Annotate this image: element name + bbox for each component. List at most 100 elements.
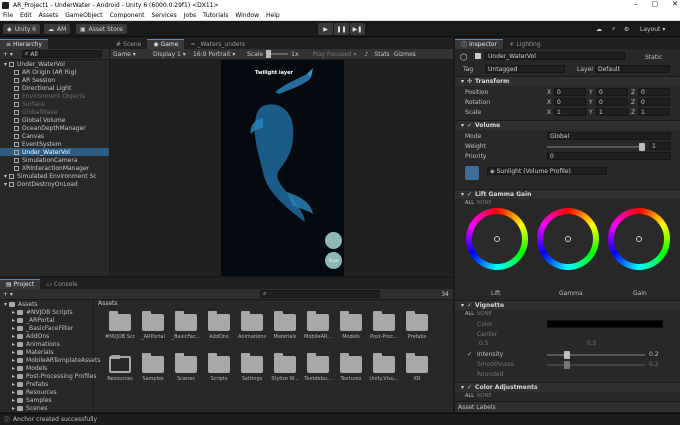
- tree-folder-item[interactable]: ▸ Post-Processing Profiles: [12, 372, 96, 380]
- check-icon[interactable]: ✓: [467, 122, 472, 129]
- weight-slider[interactable]: [547, 143, 645, 151]
- settings-button[interactable]: ⚙: [620, 24, 633, 34]
- hierarchy-scene[interactable]: ▾ DontDestroyOnLoad: [0, 180, 109, 188]
- tab-lighting[interactable]: ☀ Lighting: [503, 39, 547, 49]
- tab-scene[interactable]: # Scene: [110, 39, 147, 49]
- tree-root-assets[interactable]: ▾ Assets: [4, 300, 38, 308]
- scan-button[interactable]: Scan: [325, 252, 342, 269]
- hierarchy-item[interactable]: GlobalWave: [0, 108, 109, 116]
- color-adj-all-button[interactable]: ALL: [465, 393, 474, 399]
- pause-button[interactable]: ❚❚: [334, 23, 349, 35]
- check-icon[interactable]: ✓: [467, 191, 472, 198]
- tree-folder-item[interactable]: ▸ Prefabs: [12, 380, 48, 388]
- menu-window[interactable]: Window: [235, 12, 259, 19]
- search-button[interactable]: ⌕: [608, 24, 619, 34]
- tree-folder-item[interactable]: ▸ Resources: [12, 388, 57, 396]
- maximize-icon[interactable]: ▢: [652, 0, 659, 8]
- user-button[interactable]: ☁ AM: [44, 24, 71, 34]
- step-button[interactable]: ▶❚: [350, 23, 365, 35]
- hierarchy-scene[interactable]: ▾ Simulated Environment Sc: [0, 172, 109, 180]
- static-toggle[interactable]: Static: [645, 54, 662, 61]
- layout-dropdown[interactable]: Layout ▾: [636, 24, 669, 34]
- transform-y-field[interactable]: 0: [596, 98, 628, 106]
- add-button[interactable]: + ▾: [3, 51, 13, 58]
- color-adj-none-button[interactable]: NONE: [477, 393, 492, 399]
- tree-folder-item[interactable]: ▸ #NVJOB Scripts: [12, 308, 73, 316]
- create-button[interactable]: + ▾: [3, 291, 13, 298]
- hierarchy-item[interactable]: Canvas: [0, 132, 109, 140]
- gain-wheel[interactable]: [608, 208, 670, 270]
- tag-dropdown[interactable]: Untagged: [485, 65, 565, 73]
- game-viewport[interactable]: Twilight layer Scan: [221, 60, 344, 276]
- mode-dropdown[interactable]: Global: [547, 132, 671, 140]
- tab-water[interactable]: ≈ _Waters_unders: [184, 39, 251, 49]
- asset-folder[interactable]: Prefabs: [402, 311, 432, 340]
- weight-slider-knob[interactable]: [639, 143, 645, 151]
- hierarchy-item[interactable]: XRInteractionManager: [0, 164, 109, 172]
- transform-header[interactable]: ▾ ✣ Transform: [455, 76, 680, 86]
- project-search-input[interactable]: ⌕: [260, 290, 380, 298]
- center-y-value[interactable]: 0.5: [587, 340, 597, 347]
- tab-game[interactable]: ◉ Game: [147, 39, 185, 49]
- chevron-right-icon[interactable]: ▸: [12, 373, 15, 380]
- active-checkbox[interactable]: [475, 53, 481, 59]
- chevron-down-icon[interactable]: ▾: [4, 173, 7, 180]
- menu-jobs[interactable]: Jobs: [184, 12, 196, 19]
- transform-y-field[interactable]: 1: [596, 108, 628, 116]
- menu-file[interactable]: File: [3, 12, 13, 19]
- asset-folder[interactable]: Materials: [270, 311, 300, 340]
- transform-z-field[interactable]: 0: [638, 88, 670, 96]
- asset-folder[interactable]: Scripts: [204, 353, 234, 382]
- hierarchy-scene[interactable]: ▾ Under_WaterVol: [0, 60, 109, 68]
- view-mode-dropdown[interactable]: Game ▾: [113, 51, 153, 58]
- chevron-down-icon[interactable]: ▾: [4, 181, 7, 188]
- hierarchy-item[interactable]: Directional Light: [0, 84, 109, 92]
- lift-wheel[interactable]: [466, 208, 528, 270]
- game-circle-button-1[interactable]: [325, 232, 342, 249]
- asset-folder[interactable]: Post-Proc...: [369, 311, 399, 340]
- chevron-right-icon[interactable]: ▸: [12, 365, 15, 372]
- chevron-right-icon[interactable]: ▸: [12, 397, 15, 404]
- hierarchy-item[interactable]: Environment Objects: [0, 92, 109, 100]
- chevron-right-icon[interactable]: ▸: [12, 325, 15, 332]
- check-icon[interactable]: ✓: [467, 384, 472, 391]
- vignette-header[interactable]: ▾ ✓ Vignette: [455, 300, 680, 310]
- smoothness-value[interactable]: 0.2: [649, 361, 659, 368]
- tree-folder-item[interactable]: ▸ Animations: [12, 340, 60, 348]
- breadcrumb[interactable]: Assets: [98, 300, 118, 307]
- tree-folder-item[interactable]: ▸ Scenes: [12, 404, 47, 412]
- layer-dropdown[interactable]: Default: [595, 65, 670, 73]
- menu-assets[interactable]: Assets: [39, 12, 59, 19]
- lgg-all-button[interactable]: ALL: [465, 200, 474, 206]
- transform-y-field[interactable]: 0: [596, 88, 628, 96]
- menu-edit[interactable]: Edit: [20, 12, 32, 19]
- hierarchy-item[interactable]: EventSystem: [0, 140, 109, 148]
- asset-folder[interactable]: Resources: [105, 355, 135, 382]
- asset-folder[interactable]: #NVJOB Scri...: [105, 311, 135, 340]
- account-button[interactable]: ◆ Unity 6: [3, 24, 41, 34]
- intensity-value[interactable]: 0.2: [649, 351, 659, 358]
- smoothness-slider-knob[interactable]: [563, 361, 570, 369]
- menu-help[interactable]: Help: [266, 12, 280, 19]
- gamma-wheel[interactable]: [537, 208, 599, 270]
- profile-field[interactable]: ◈ Sunlight (Volume Profile): [487, 167, 607, 175]
- asset-store-button[interactable]: ▣ Asset Store: [76, 24, 127, 34]
- center-x-value[interactable]: 0.5: [479, 340, 489, 347]
- menu-gameobject[interactable]: GameObject: [65, 12, 102, 19]
- transform-x-field[interactable]: 0: [554, 98, 586, 106]
- audio-icon[interactable]: ♪: [365, 51, 369, 58]
- hierarchy-item[interactable]: Under_WaterVol: [0, 148, 109, 156]
- vignette-color-swatch[interactable]: [547, 320, 663, 328]
- asset-folder[interactable]: Animations: [237, 311, 267, 340]
- asset-folder[interactable]: _ARPortal: [138, 311, 168, 340]
- lgg-none-button[interactable]: NONE: [477, 200, 492, 206]
- object-name-field[interactable]: Under_WaterVol: [485, 52, 625, 60]
- tab-hierarchy[interactable]: ≡ Hierarchy: [0, 39, 49, 49]
- asset-folder[interactable]: Stylize W...: [270, 353, 300, 382]
- chevron-right-icon[interactable]: ▸: [12, 357, 15, 364]
- asset-folder[interactable]: _BasicFac...: [171, 311, 201, 340]
- menu-services[interactable]: Services: [151, 12, 176, 19]
- display-dropdown[interactable]: Display 1 ▾: [153, 51, 193, 58]
- lift-gamma-gain-header[interactable]: ▾ ✓ Lift Gamma Gain: [455, 189, 680, 199]
- tree-folder-item[interactable]: ▸ Models: [12, 364, 47, 372]
